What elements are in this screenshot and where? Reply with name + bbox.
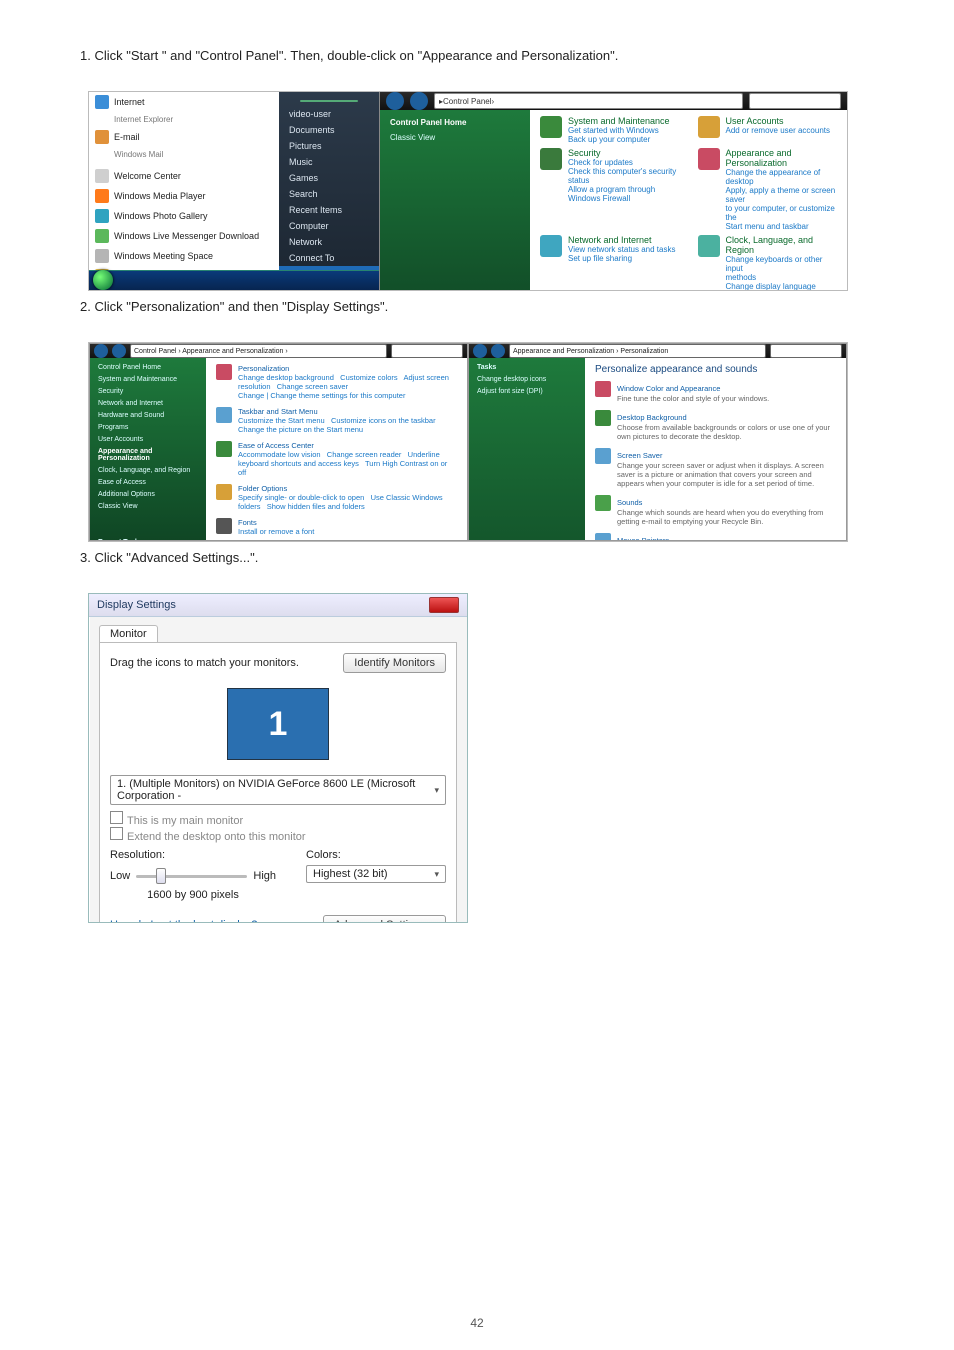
close-icon[interactable] (429, 597, 459, 613)
step-3: 3. Click "Advanced Settings...". (80, 550, 874, 565)
address-bar[interactable]: ▸ Control Panel › (434, 93, 743, 109)
dialog-title: Display Settings (97, 599, 176, 611)
resolution-slider[interactable] (136, 867, 247, 885)
monitor-preview[interactable]: 1 (173, 681, 383, 767)
screenshot-personalization: Control Panel › Appearance and Personali… (88, 342, 848, 542)
taskbar (89, 270, 379, 290)
cp-category[interactable]: Appearance and PersonalizationChange the… (698, 148, 838, 231)
resolution-label: Resolution: (110, 849, 276, 861)
personalization-item[interactable]: Mouse PointersPick a different mouse poi… (595, 533, 836, 541)
side-link[interactable]: Classic View (98, 503, 198, 510)
nav-fwd[interactable] (112, 344, 126, 358)
personalization-item[interactable]: Window Color and AppearanceFine tune the… (595, 381, 836, 403)
personalization-pane: Appearance and Personalization › Persona… (468, 343, 847, 541)
resolution-value: 1600 by 900 pixels (110, 889, 276, 901)
display-settings-dialog: Display Settings Monitor Drag the icons … (88, 593, 468, 923)
appearance-category[interactable]: Folder OptionsSpecify single- or double-… (216, 484, 457, 511)
user-avatar (300, 100, 358, 102)
step-1: 1. Click "Start " and "Control Panel". T… (80, 48, 874, 63)
monitor-select[interactable]: 1. (Multiple Monitors) on NVIDIA GeForce… (110, 775, 446, 805)
extend-desktop-checkbox (110, 827, 123, 840)
colors-label: Colors: (306, 849, 446, 861)
address-bar[interactable]: Appearance and Personalization › Persona… (509, 344, 766, 358)
appearance-pane: Control Panel › Appearance and Personali… (89, 343, 468, 541)
side-link[interactable]: User Accounts (98, 436, 198, 443)
control-panel-window: ▸ Control Panel › Control Panel Home Cla… (380, 92, 847, 291)
tab-monitor[interactable]: Monitor (99, 625, 158, 642)
main-monitor-checkbox (110, 811, 123, 824)
side-link[interactable]: System and Maintenance (98, 376, 198, 383)
search[interactable] (770, 344, 842, 358)
side-link[interactable]: Network and Internet (98, 400, 198, 407)
cp-category[interactable]: System and MaintenanceGet started with W… (540, 116, 680, 144)
appearance-category[interactable]: Taskbar and Start MenuCustomize the Star… (216, 407, 457, 434)
personalization-item[interactable]: Desktop BackgroundChoose from available … (595, 410, 836, 441)
sm-item[interactable]: Internet (114, 97, 145, 107)
side-link[interactable]: Control Panel Home (98, 364, 198, 371)
side-link[interactable]: Security (98, 388, 198, 395)
drag-label: Drag the icons to match your monitors. (110, 657, 299, 669)
side-link[interactable]: Ease of Access (98, 479, 198, 486)
side-link[interactable]: Programs (98, 424, 198, 431)
screenshot-start-controlpanel: Internet Internet Explorer E-mail Window… (88, 91, 848, 291)
page-number: 42 (0, 1316, 954, 1330)
side-link[interactable]: Change desktop icons (477, 376, 577, 383)
help-link[interactable]: How do I get the best display? (110, 919, 257, 923)
nav-back[interactable] (94, 344, 108, 358)
start-menu: Internet Internet Explorer E-mail Window… (89, 92, 380, 291)
cp-category[interactable]: SecurityCheck for updatesCheck this comp… (540, 148, 680, 231)
side-link[interactable]: Clock, Language, and Region (98, 467, 198, 474)
appearance-category[interactable]: Ease of Access CenterAccommodate low vis… (216, 441, 457, 477)
appearance-category[interactable]: PersonalizationChange desktop background… (216, 364, 457, 400)
cp-category[interactable]: User AccountsAdd or remove user accounts (698, 116, 838, 144)
search[interactable] (391, 344, 463, 358)
step-2: 2. Click "Personalization" and then "Dis… (80, 299, 874, 314)
start-orb[interactable] (93, 270, 113, 290)
advanced-settings-button[interactable]: Advanced Settings... (323, 915, 446, 923)
side-link[interactable]: Appearance and Personalization (98, 448, 198, 462)
personalization-item[interactable]: SoundsChange which sounds are heard when… (595, 495, 836, 526)
side-link[interactable]: Additional Options (98, 491, 198, 498)
side-link[interactable]: Hardware and Sound (98, 412, 198, 419)
cp-search[interactable] (749, 93, 841, 109)
side-link: Tasks (477, 364, 577, 371)
personalization-item[interactable]: Screen SaverChange your screen saver or … (595, 448, 836, 488)
side-link[interactable]: Adjust font size (DPI) (477, 388, 577, 395)
colors-select[interactable]: Highest (32 bit) (306, 865, 446, 883)
pane-heading: Personalize appearance and sounds (595, 364, 836, 375)
appearance-category[interactable]: FontsInstall or remove a font (216, 518, 457, 536)
identify-monitors-button[interactable]: Identify Monitors (343, 653, 446, 673)
nav-back[interactable] (473, 344, 487, 358)
cp-category[interactable]: Network and InternetView network status … (540, 235, 680, 291)
address-bar[interactable]: Control Panel › Appearance and Personali… (130, 344, 387, 358)
nav-back[interactable] (386, 92, 404, 110)
nav-fwd[interactable] (410, 92, 428, 110)
cp-category[interactable]: Clock, Language, and RegionChange keyboa… (698, 235, 838, 291)
nav-fwd[interactable] (491, 344, 505, 358)
